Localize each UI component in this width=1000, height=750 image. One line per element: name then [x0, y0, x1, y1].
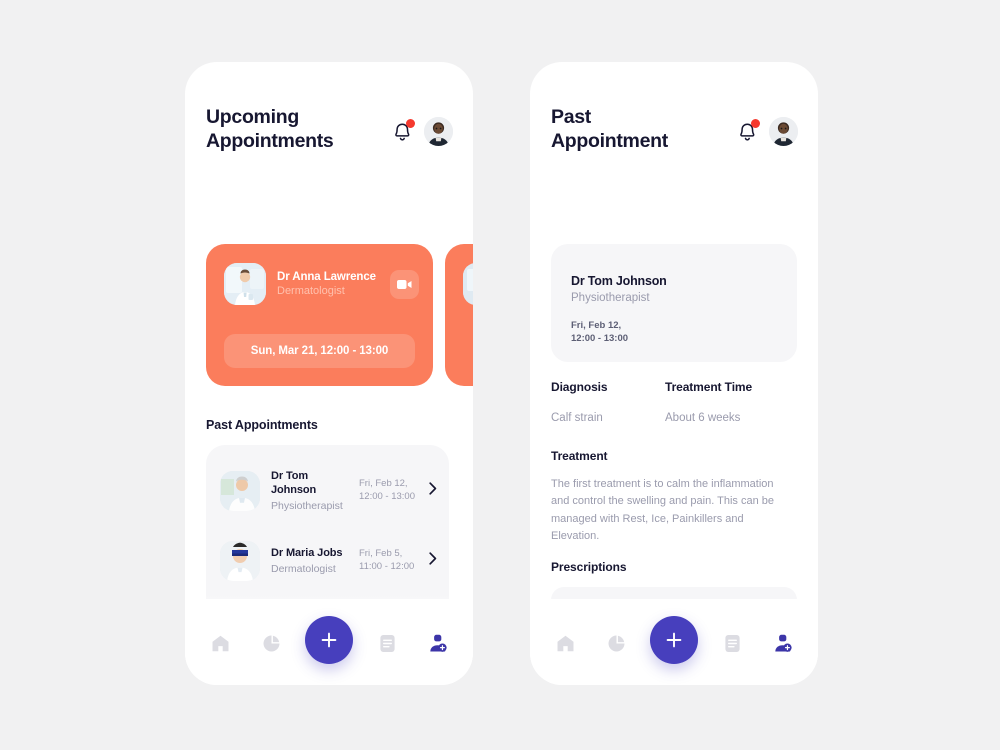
bottom-navigation-items: [548, 616, 800, 664]
home-icon[interactable]: [548, 627, 582, 661]
diagnosis-value: Calf strain: [551, 412, 603, 424]
diagnosis-label: Diagnosis: [551, 380, 608, 394]
chevron-right-icon[interactable]: [429, 482, 437, 500]
prescriptions-label: Prescriptions: [551, 560, 627, 574]
add-icon: [666, 632, 682, 648]
doctor-name: Dr Anna Lawrence: [277, 271, 376, 283]
doctor-specialty: Physiotherapist: [271, 500, 343, 513]
hero-text: Dr Tom Johnson Physiotherapist Fri, Feb …: [571, 274, 667, 346]
person-add-icon[interactable]: [766, 627, 800, 661]
section-title-past-appointments: Past Appointments: [206, 418, 318, 432]
video-camera-icon: [397, 279, 412, 289]
doctor-specialty: Dermatologist: [277, 285, 345, 297]
diagnosis-section: Diagnosis Calf strain Treatment Time Abo…: [551, 380, 801, 424]
home-icon[interactable]: [203, 627, 237, 661]
notification-bell-button[interactable]: [393, 119, 415, 142]
left-header: Upcoming Appointments: [206, 106, 453, 154]
appointment-time-pill: Sun, Mar 21, 12:00 - 13:00: [224, 334, 415, 368]
doctor-name: Dr Tom Johnson: [271, 469, 317, 496]
home-glyph: [557, 635, 573, 652]
featured-card-text: Dr Anna Lawrence Dermatologist: [277, 271, 390, 297]
phone-screen-past-appointment: Past Appointment Dr Tom Johnson Physioth…: [530, 62, 818, 685]
featured-card-row: Dr Anna Lawrence Dermatologist: [224, 263, 419, 305]
list-item-text: Dr Tom Johnson Physiotherapist: [271, 470, 353, 513]
header-actions: [393, 106, 453, 146]
appointment-date: Fri, Feb 12, 12:00 - 13:00: [359, 478, 415, 502]
doctor-photo-image: [220, 541, 260, 581]
add-button[interactable]: [650, 616, 698, 664]
avatar[interactable]: [424, 117, 453, 146]
home-glyph: [212, 635, 228, 652]
notification-dot: [751, 119, 760, 128]
next-card-row: [463, 263, 473, 305]
treatment-time-label: Treatment Time: [665, 380, 753, 394]
document-glyph: [724, 635, 740, 652]
document-icon[interactable]: [370, 627, 404, 661]
list-item[interactable]: Dr Maria Jobs Dermatologist Fri, Feb 5, …: [206, 526, 449, 596]
phone-screen-upcoming: Upcoming Appointments Dr Anna Lawrence D…: [185, 62, 473, 685]
video-call-button[interactable]: [390, 269, 419, 299]
document-icon[interactable]: [715, 627, 749, 661]
avatar[interactable]: [769, 117, 798, 146]
treatment-time-value: About 6 weeks: [665, 412, 741, 424]
document-glyph: [379, 635, 395, 652]
doctor-specialty: Physiotherapist: [571, 292, 650, 304]
notification-bell-button[interactable]: [738, 119, 760, 142]
treatment-time-column: Treatment Time About 6 weeks: [665, 380, 801, 424]
canvas: Upcoming Appointments Dr Anna Lawrence D…: [0, 0, 1000, 750]
notification-dot: [406, 119, 415, 128]
add-icon: [321, 632, 337, 648]
appointment-hero-card: Dr Tom Johnson Physiotherapist Fri, Feb …: [551, 244, 797, 362]
pie-chart-glyph: [263, 635, 279, 652]
bottom-navigation: [530, 599, 818, 685]
doctor-photo-image: [220, 471, 260, 511]
upcoming-card-next[interactable]: [445, 244, 473, 386]
page-title: Past Appointment: [551, 106, 668, 152]
upcoming-card-featured[interactable]: Dr Anna Lawrence Dermatologist Sun, Mar …: [206, 244, 433, 386]
doctor-photo: [220, 471, 260, 511]
person-add-icon[interactable]: [421, 627, 455, 661]
doctor-photo: [224, 263, 266, 305]
treatment-text: The first treatment is to calm the infla…: [551, 478, 774, 543]
doctor-specialty: Dermatologist: [271, 563, 336, 576]
doctor-name: Dr Tom Johnson: [571, 274, 667, 288]
treatment-label: Treatment: [551, 449, 608, 463]
pie-chart-glyph: [608, 635, 624, 652]
pie-chart-icon[interactable]: [599, 627, 633, 661]
chevron-right-icon[interactable]: [429, 552, 437, 570]
user-avatar: [424, 117, 453, 146]
bottom-navigation-items: [203, 616, 455, 664]
pie-chart-icon[interactable]: [254, 627, 288, 661]
diagnosis-column: Diagnosis Calf strain: [551, 380, 665, 424]
list-item[interactable]: Dr Tom Johnson Physiotherapist Fri, Feb …: [206, 456, 449, 526]
add-button[interactable]: [305, 616, 353, 664]
upcoming-carousel[interactable]: Dr Anna Lawrence Dermatologist Sun, Mar …: [206, 244, 473, 386]
right-header: Past Appointment: [551, 106, 798, 154]
doctor-name: Dr Maria Jobs: [271, 546, 343, 559]
person-add-glyph: [775, 634, 792, 652]
doctor-photo: [220, 541, 260, 581]
person-add-glyph: [430, 634, 447, 652]
bottom-navigation: [185, 599, 473, 685]
doctor-photo: [463, 263, 473, 305]
doctor-photo-image: [224, 263, 266, 305]
appointment-date: Fri, Feb 5, 11:00 - 12:00: [359, 548, 415, 572]
appointment-date: Fri, Feb 12, 12:00 - 13:00: [571, 320, 629, 344]
header-actions: [738, 106, 798, 146]
page-title: Upcoming Appointments: [206, 106, 334, 152]
user-avatar: [769, 117, 798, 146]
doctor-photo-image: [463, 263, 473, 305]
list-item-text: Dr Maria Jobs Dermatologist: [271, 547, 353, 576]
